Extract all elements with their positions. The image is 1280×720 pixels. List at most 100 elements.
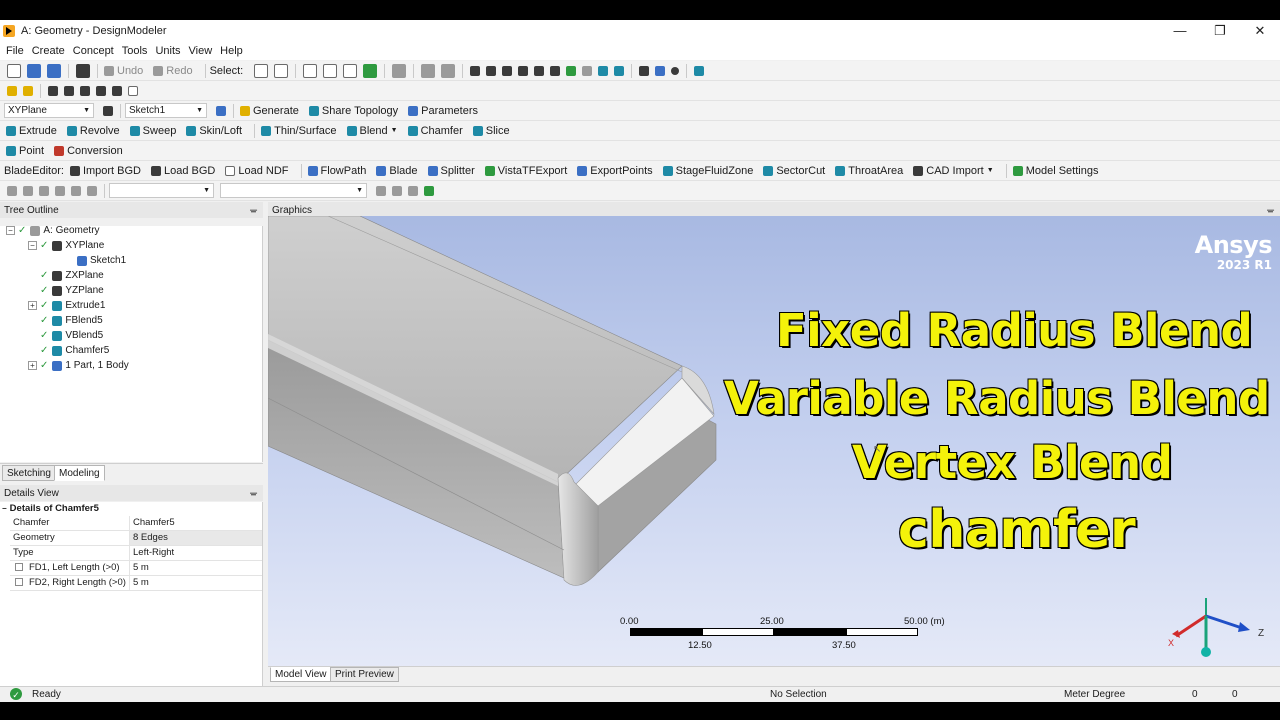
zoom-box-icon[interactable] (518, 65, 529, 76)
tree-item-yzplane[interactable]: ✓ YZPlane (40, 283, 104, 298)
blade-tool-7-icon[interactable] (376, 185, 386, 196)
display-model-icon[interactable] (7, 85, 17, 96)
details-row[interactable]: Geometry 8 Edges (10, 531, 262, 546)
tab-sketching[interactable]: Sketching (2, 465, 56, 481)
pin-icon[interactable]: ᚚ (1267, 205, 1274, 216)
parameter-checkbox[interactable] (15, 578, 23, 586)
close-button[interactable]: ✕ (1240, 20, 1280, 42)
vertex-display-icon[interactable] (80, 85, 90, 96)
zoom-icon[interactable] (502, 65, 513, 76)
blade-tool-2-icon[interactable] (23, 185, 33, 196)
menu-help[interactable]: Help (220, 45, 243, 57)
slice-button[interactable]: Slice (471, 125, 510, 137)
extend-selection-icon[interactable] (392, 63, 407, 78)
details-row[interactable]: Type Left-Right (10, 546, 262, 561)
tree-item-xyplane[interactable]: − ✓ XYPlane (28, 238, 104, 253)
save-icon[interactable] (27, 63, 41, 78)
blade-tool-1-icon[interactable] (7, 185, 17, 196)
tab-print-preview[interactable]: Print Preview (330, 667, 399, 682)
load-bgd-button[interactable]: Load BGD (149, 165, 215, 177)
vistatfexport-button[interactable]: VistaTFExport (483, 165, 567, 177)
blade-tool-4-icon[interactable] (55, 185, 65, 196)
tree-item-chamfer5[interactable]: ✓ Chamfer5 (40, 343, 109, 358)
show-edges-icon[interactable] (128, 85, 138, 96)
collapse-icon[interactable]: − (2, 504, 7, 513)
details-row[interactable]: Chamfer Chamfer5 (10, 516, 262, 531)
zoom-out-icon[interactable] (566, 65, 577, 76)
new-sketch-icon[interactable] (216, 105, 226, 116)
menu-concept[interactable]: Concept (73, 45, 114, 57)
expand-icon[interactable]: + (28, 301, 37, 310)
point-button[interactable]: Point (4, 145, 44, 157)
menu-view[interactable]: View (189, 45, 213, 57)
box-select-icon[interactable] (441, 63, 456, 78)
tree-item-vblend5[interactable]: ✓ VBlend5 (40, 328, 103, 343)
graphics-viewport[interactable]: Ansys 2023 R1 Fixed Radius Blend Variabl… (268, 216, 1280, 682)
throatarea-button[interactable]: ThroatArea (833, 165, 903, 177)
cad-import-button[interactable]: CAD Import ▼ (911, 165, 994, 177)
pin-icon[interactable]: ᚚ (250, 205, 257, 216)
edge-join-icon[interactable] (64, 85, 74, 96)
sketch-combo[interactable]: Sketch1 ▼ (125, 103, 207, 118)
minimize-button[interactable]: — (1160, 20, 1200, 42)
sectorcut-button[interactable]: SectorCut (761, 165, 825, 177)
pan-icon[interactable] (486, 65, 497, 76)
load-ndf-button[interactable]: Load NDF (223, 165, 289, 177)
display-plane-icon[interactable] (655, 65, 666, 76)
zoom-to-fit-icon[interactable] (534, 65, 545, 76)
select-bodies-icon[interactable] (363, 63, 378, 78)
tree-item-geometry[interactable]: − ✓ A: Geometry (6, 223, 100, 238)
isometric-view-icon[interactable] (639, 65, 650, 76)
tree-item-parts[interactable]: + ✓ 1 Part, 1 Body (28, 358, 129, 373)
redo-button[interactable]: Redo (151, 65, 193, 77)
details-row[interactable]: FD1, Left Length (>0) 5 m (10, 561, 262, 576)
look-at-icon[interactable] (694, 65, 705, 76)
select-mode-icon[interactable] (254, 63, 269, 78)
restore-button[interactable]: ❐ (1200, 20, 1240, 42)
rotate-icon[interactable] (470, 65, 481, 76)
select-all-icon[interactable] (421, 63, 436, 78)
tab-modeling[interactable]: Modeling (54, 465, 105, 481)
blade-tool-8-icon[interactable] (392, 185, 402, 196)
share-topology-button[interactable]: Share Topology (307, 105, 398, 117)
import-bgd-button[interactable]: Import BGD (68, 165, 141, 177)
pin-display-icon[interactable] (112, 85, 122, 96)
thin-surface-button[interactable]: Thin/Surface (259, 125, 337, 137)
model-settings-button[interactable]: Model Settings (1011, 165, 1098, 177)
sweep-button[interactable]: Sweep (128, 125, 176, 137)
menu-create[interactable]: Create (32, 45, 65, 57)
zoom-in-icon[interactable] (550, 65, 561, 76)
undo-button[interactable]: Undo (102, 65, 143, 77)
menu-file[interactable]: File (6, 45, 24, 57)
exportpoints-button[interactable]: ExportPoints (575, 165, 653, 177)
blade-combo-1[interactable]: ▼ (109, 183, 214, 198)
save-as-icon[interactable] (47, 63, 61, 78)
stagefluidzone-button[interactable]: StageFluidZone (661, 165, 753, 177)
expand-icon[interactable]: + (28, 361, 37, 370)
plane-combo[interactable]: XYPlane ▼ (4, 103, 94, 118)
parameters-button[interactable]: Parameters (406, 105, 478, 117)
edge-display-icon[interactable] (48, 85, 58, 96)
details-row[interactable]: FD2, Right Length (>0) 5 m (10, 576, 262, 591)
color-by-body-icon[interactable] (23, 85, 33, 96)
tree-item-fblend5[interactable]: ✓ FBlend5 (40, 313, 103, 328)
menu-units[interactable]: Units (155, 45, 180, 57)
revolve-button[interactable]: Revolve (65, 125, 120, 137)
generate-button[interactable]: Generate (238, 105, 299, 117)
tree-item-sketch1[interactable]: Sketch1 (74, 253, 126, 268)
select-points-icon[interactable] (303, 63, 318, 78)
select-filter-icon[interactable] (274, 63, 289, 78)
tree-item-extrude1[interactable]: + ✓ Extrude1 (28, 298, 105, 313)
blade-tool-6-icon[interactable] (87, 185, 97, 196)
extrude-button[interactable]: Extrude (4, 125, 57, 137)
collapse-icon[interactable]: − (28, 241, 37, 250)
display-point-icon[interactable] (671, 66, 680, 75)
blend-button[interactable]: Blend ▼ (345, 125, 398, 137)
chamfer-button[interactable]: Chamfer (406, 125, 463, 137)
select-faces-icon[interactable] (343, 63, 358, 78)
blade-tool-3-icon[interactable] (39, 185, 49, 196)
menu-tools[interactable]: Tools (122, 45, 148, 57)
blade-tool-9-icon[interactable] (408, 185, 418, 196)
tab-model-view[interactable]: Model View (270, 667, 332, 682)
tree-item-zxplane[interactable]: ✓ ZXPlane (40, 268, 104, 283)
